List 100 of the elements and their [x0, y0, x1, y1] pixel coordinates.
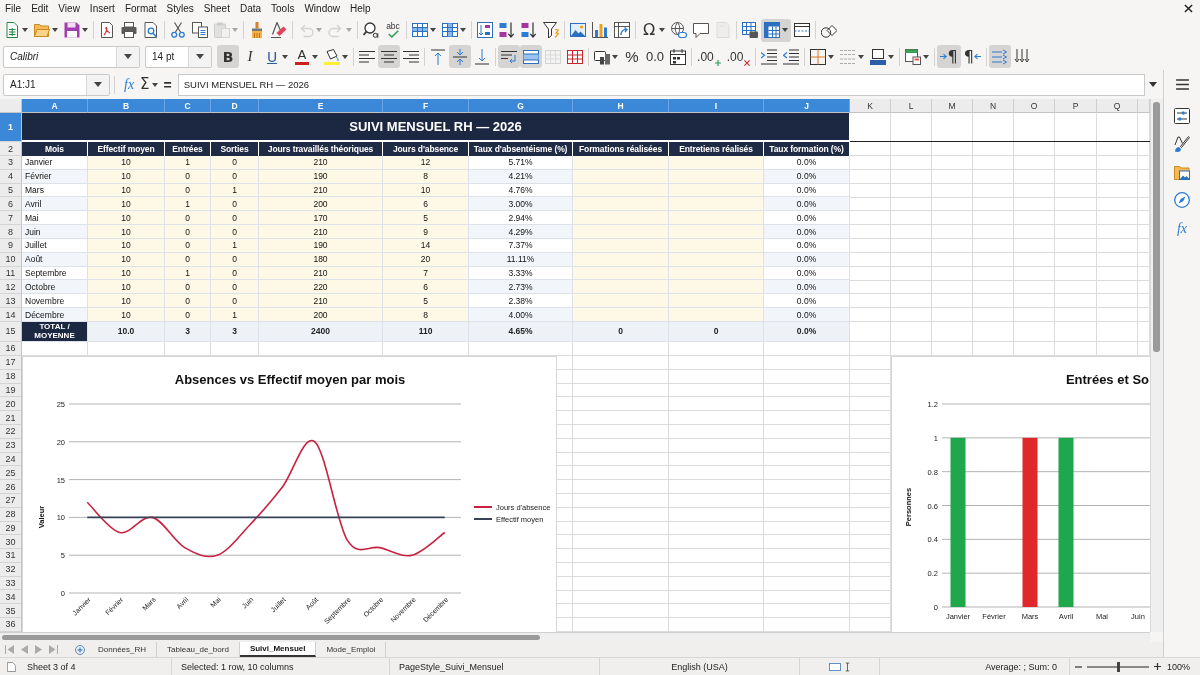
column-header[interactable]: E [259, 99, 383, 113]
dropdown-button[interactable] [116, 46, 139, 67]
slider-thumb[interactable] [1116, 661, 1120, 672]
row-header[interactable]: 8 [0, 225, 22, 239]
caret-icon[interactable] [342, 54, 348, 59]
column-header[interactable]: Q [1097, 99, 1138, 113]
row-header[interactable]: 2 [0, 142, 22, 156]
scroll-thumb[interactable] [2, 635, 540, 640]
column-header[interactable]: O [1014, 99, 1055, 113]
spreadsheet-icon[interactable] [4, 22, 20, 38]
bold-button[interactable]: B [217, 45, 239, 68]
caret-icon[interactable] [430, 28, 436, 32]
document-icon[interactable] [7, 661, 16, 672]
color-swatch-icon[interactable] [295, 62, 309, 65]
delete-decimal-button[interactable]: .00 [723, 45, 754, 68]
font-name-box[interactable]: Calibri [3, 45, 140, 68]
caret-icon[interactable] [828, 54, 835, 59]
zoom-out-icon[interactable] [1075, 665, 1082, 668]
menu-item[interactable]: Window [299, 1, 345, 16]
arrow-icon[interactable] [940, 53, 948, 60]
row-grid-icon[interactable] [412, 22, 428, 38]
menu-icon[interactable] [1175, 79, 1189, 90]
underline-button[interactable]: U [261, 45, 291, 68]
dropdown-button[interactable] [188, 46, 211, 67]
menu-item[interactable]: View [53, 1, 85, 16]
caret-icon[interactable] [52, 28, 58, 32]
tick-icon[interactable] [387, 29, 399, 38]
conditional-format-icon[interactable] [905, 48, 922, 65]
row-header[interactable]: 3 [0, 156, 22, 170]
scroll-thumb[interactable] [1153, 102, 1160, 352]
caret-icon[interactable] [923, 54, 930, 59]
cross-icon[interactable] [744, 59, 751, 66]
menu-item[interactable]: Sheet [198, 1, 235, 16]
column-header[interactable]: M [932, 99, 973, 113]
menu-item[interactable]: Edit [26, 1, 54, 16]
add-decimal-button[interactable]: .00 [694, 45, 724, 68]
vertical-scrollbar[interactable] [1150, 99, 1163, 632]
column-header[interactable]: I [669, 99, 764, 113]
zoom-in-icon[interactable] [1154, 663, 1161, 670]
column-header[interactable]: L [891, 99, 932, 113]
font-size-box[interactable]: 14 pt [145, 45, 212, 68]
menu-item[interactable]: Insert [84, 1, 120, 16]
save-icon[interactable] [64, 22, 80, 38]
caret-icon[interactable] [124, 54, 132, 59]
row-header[interactable]: 25 [0, 466, 22, 481]
navigator-icon[interactable] [1174, 192, 1190, 208]
caret-icon[interactable] [1149, 82, 1157, 87]
caret-icon[interactable] [82, 28, 88, 32]
column-header[interactable]: H [573, 99, 669, 113]
special-character-button[interactable]: Ω [638, 18, 668, 42]
column-header[interactable]: J [764, 99, 850, 113]
borders-icon[interactable] [810, 48, 827, 65]
caret-icon[interactable] [460, 28, 466, 32]
caret-icon[interactable] [312, 54, 318, 59]
right-to-left-button[interactable]: ¶ [960, 45, 984, 68]
row-header[interactable]: 21 [0, 411, 22, 425]
row-header[interactable]: 14 [0, 308, 22, 322]
highlighter-icon[interactable] [324, 48, 340, 65]
number-format-button[interactable]: 0.0 [643, 45, 668, 68]
row-header[interactable]: 20 [0, 397, 22, 412]
column-header[interactable]: A [22, 99, 88, 113]
column-header[interactable]: C [165, 99, 211, 113]
row-header[interactable]: 30 [0, 535, 22, 550]
row-header[interactable]: 36 [0, 618, 22, 632]
caret-icon[interactable] [282, 54, 288, 59]
caret-icon[interactable] [612, 54, 618, 59]
row-header[interactable]: 12 [0, 280, 22, 295]
column-header[interactable]: F [383, 99, 469, 113]
left-to-right-button[interactable]: ¶ [937, 45, 961, 68]
sum-button[interactable]: Σ [137, 73, 161, 96]
caret-icon[interactable] [659, 28, 665, 32]
name-box[interactable]: A1:J1 [3, 73, 110, 96]
column-header[interactable]: G [469, 99, 573, 113]
formula-button[interactable]: = [160, 73, 175, 96]
spelling-button[interactable]: abc [382, 18, 404, 42]
percent-format-button[interactable]: % [621, 45, 643, 68]
menu-item[interactable]: File [0, 1, 27, 16]
caret-icon[interactable] [94, 82, 102, 87]
row-header[interactable]: 6 [0, 197, 22, 212]
column-header[interactable]: D [211, 99, 259, 113]
horizontal-scrollbar[interactable] [0, 632, 1150, 642]
freeze-panes-icon[interactable] [764, 22, 780, 38]
formula-input[interactable]: SUIVI MENSUEL RH — 2026 [177, 73, 1145, 96]
row-header[interactable]: 13 [0, 294, 22, 309]
italic-button[interactable]: I [239, 45, 261, 68]
arrow-icon[interactable] [973, 53, 981, 60]
selection-mode-icon[interactable] [829, 662, 841, 671]
freeze-rows-columns-button[interactable] [761, 18, 791, 42]
column-grid-icon[interactable] [442, 22, 458, 38]
row-header[interactable]: 34 [0, 590, 22, 605]
close-icon[interactable] [1184, 4, 1193, 13]
properties-icon[interactable] [1174, 108, 1190, 124]
menu-item[interactable]: Help [345, 1, 376, 16]
sheet-tab[interactable]: Suivi_Mensuel [239, 642, 317, 657]
column-header[interactable]: P [1055, 99, 1097, 113]
menu-item[interactable]: Tools [266, 1, 300, 16]
row-header[interactable]: 35 [0, 604, 22, 619]
caret-icon[interactable] [858, 54, 865, 59]
language[interactable]: English (USA) [671, 661, 728, 672]
row-header[interactable]: 15 [0, 321, 22, 342]
